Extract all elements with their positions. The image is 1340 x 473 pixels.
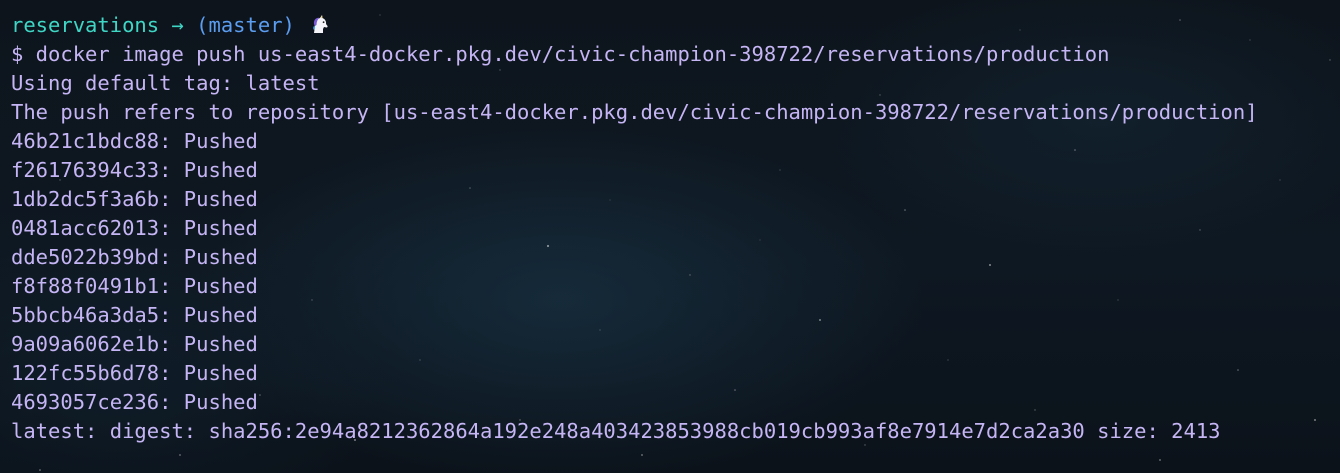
prompt-line: reservations → (master) [11,11,1340,40]
unicorn-icon [309,13,331,35]
output-line: 46b21c1bdc88: Pushed [11,129,258,153]
prompt-directory: reservations [11,13,160,37]
output-line: The push refers to repository [us-east4-… [11,100,1258,124]
output-line: dde5022b39bd: Pushed [11,245,258,269]
terminal-window[interactable]: reservations → (master) $ docker image p… [0,0,1340,473]
prompt-arrow: → [171,13,184,37]
output-line: 9a09a6062e1b: Pushed [11,332,258,356]
output-line: 122fc55b6d78: Pushed [11,361,258,385]
output-line: 4693057ce236: Pushed [11,390,258,414]
output-line: f26176394c33: Pushed [11,158,258,182]
output-line: 5bbcb46a3da5: Pushed [11,303,258,327]
output-line: 1db2dc5f3a6b: Pushed [11,187,258,211]
output-line: Using default tag: latest [11,71,320,95]
output-line: 0481acc62013: Pushed [11,216,258,240]
output-line: f8f88f0491b1: Pushed [11,274,258,298]
terminal-output: reservations → (master) $ docker image p… [11,11,1340,446]
prompt-branch: (master) [196,13,295,37]
output-line: latest: digest: sha256:2e94a8212362864a1… [11,419,1221,443]
command-line: $ docker image push us-east4-docker.pkg.… [11,42,1110,66]
